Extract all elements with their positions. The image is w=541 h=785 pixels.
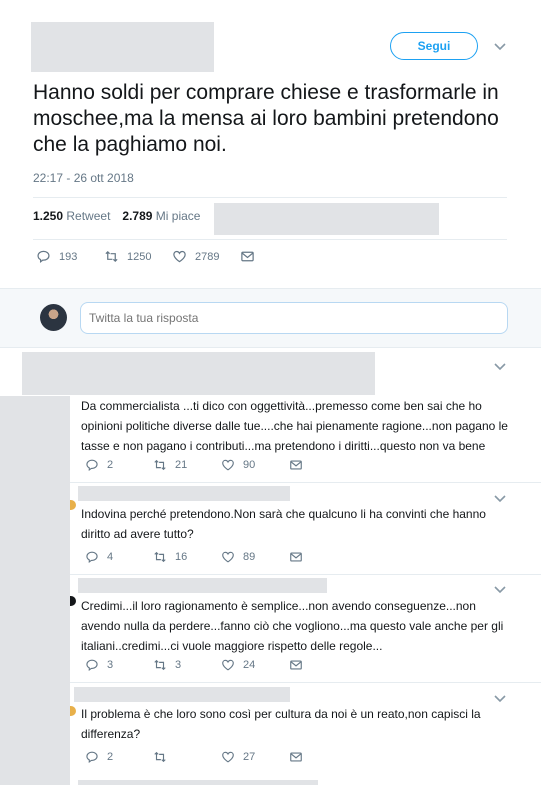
next-reply-redacted [78, 780, 318, 785]
follow-button[interactable]: Segui [390, 32, 478, 60]
retweet-icon [154, 751, 166, 763]
reply-action[interactable]: 193 [36, 249, 104, 264]
reply-icon [37, 250, 50, 263]
dm-action[interactable] [289, 658, 357, 672]
chevron-down-icon[interactable] [493, 494, 507, 504]
retweet-icon [154, 659, 166, 671]
heart-icon [222, 459, 234, 471]
retweet-icon [154, 551, 166, 563]
likers-redacted [214, 203, 439, 235]
reply-action[interactable]: 4 [85, 550, 153, 564]
like-action[interactable]: 24 [221, 658, 289, 672]
tweet-text: Hanno soldi per comprare chiese e trasfo… [33, 81, 499, 156]
reply-actions: 2 27 [85, 750, 357, 764]
reply-text: Indovina perché pretendono.Non sarà che … [81, 507, 486, 541]
chevron-down-icon[interactable] [493, 694, 507, 704]
mail-icon [290, 460, 302, 470]
reply-text: Credimi...il loro ragionamento è semplic… [81, 599, 504, 653]
retweet-icon [105, 250, 118, 263]
main-tweet: Segui Hanno soldi per comprare chiese e … [0, 0, 541, 288]
heart-icon [173, 250, 186, 263]
heart-icon [222, 551, 234, 563]
avatar-edge [70, 500, 76, 510]
divider [70, 682, 541, 683]
dm-action[interactable] [289, 550, 357, 564]
like-action[interactable]: 89 [221, 550, 289, 564]
reply-action[interactable]: 2 [85, 750, 153, 764]
like-stat[interactable]: 2.789 Mi piace [122, 209, 200, 223]
reply-author-redacted [22, 352, 375, 395]
chevron-down-icon[interactable] [493, 362, 507, 372]
dm-action[interactable] [289, 750, 357, 764]
chevron-down-icon[interactable] [493, 585, 507, 595]
avatar [40, 304, 67, 331]
avatar-edge [70, 706, 76, 716]
avatar-edge [70, 596, 76, 606]
tweet-stats: 1.250 Retweet 2.789 Mi piace [33, 209, 200, 223]
reply-action[interactable]: 2 [85, 458, 153, 472]
retweet-stat[interactable]: 1.250 Retweet [33, 209, 110, 223]
avatars-redacted [0, 396, 70, 785]
reply-author-redacted [74, 687, 290, 702]
reply-icon [86, 459, 98, 472]
reply-text: Il problema è che loro sono così per cul… [81, 707, 481, 741]
chevron-down-icon[interactable] [493, 42, 507, 52]
tweet-timestamp[interactable]: 22:17 - 26 ott 2018 [33, 171, 134, 185]
reply-author-redacted [78, 578, 327, 593]
reply-author-redacted [78, 486, 290, 501]
reply-input[interactable] [80, 302, 508, 334]
divider [33, 197, 507, 198]
reply-text: Da commercialista ...ti dico con oggetti… [81, 399, 508, 453]
retweet-action[interactable]: 16 [153, 550, 221, 564]
reply-icon [86, 659, 98, 672]
divider [33, 239, 507, 240]
reply-actions: 4 16 89 [85, 550, 357, 564]
mail-icon [241, 251, 254, 262]
like-action[interactable]: 27 [221, 750, 289, 764]
mail-icon [290, 752, 302, 762]
retweet-action[interactable]: 21 [153, 458, 221, 472]
dm-action[interactable] [240, 249, 255, 264]
mail-icon [290, 552, 302, 562]
divider [70, 482, 541, 483]
reply-actions: 2 21 90 [85, 458, 357, 472]
reply-action[interactable]: 3 [85, 658, 153, 672]
retweet-action[interactable]: 1250 [104, 249, 172, 264]
tweet-actions: 193 1250 2789 [36, 249, 255, 264]
reply-icon [86, 551, 98, 564]
mail-icon [290, 660, 302, 670]
retweet-icon [154, 459, 166, 471]
like-action[interactable]: 2789 [172, 249, 240, 264]
reply-icon [86, 751, 98, 764]
divider [70, 574, 541, 575]
like-action[interactable]: 90 [221, 458, 289, 472]
author-redacted [31, 22, 214, 72]
heart-icon [222, 751, 234, 763]
retweet-action[interactable]: 3 [153, 658, 221, 672]
reply-actions: 3 3 24 [85, 658, 357, 672]
heart-icon [222, 659, 234, 671]
retweet-action[interactable] [153, 750, 221, 764]
dm-action[interactable] [289, 458, 357, 472]
